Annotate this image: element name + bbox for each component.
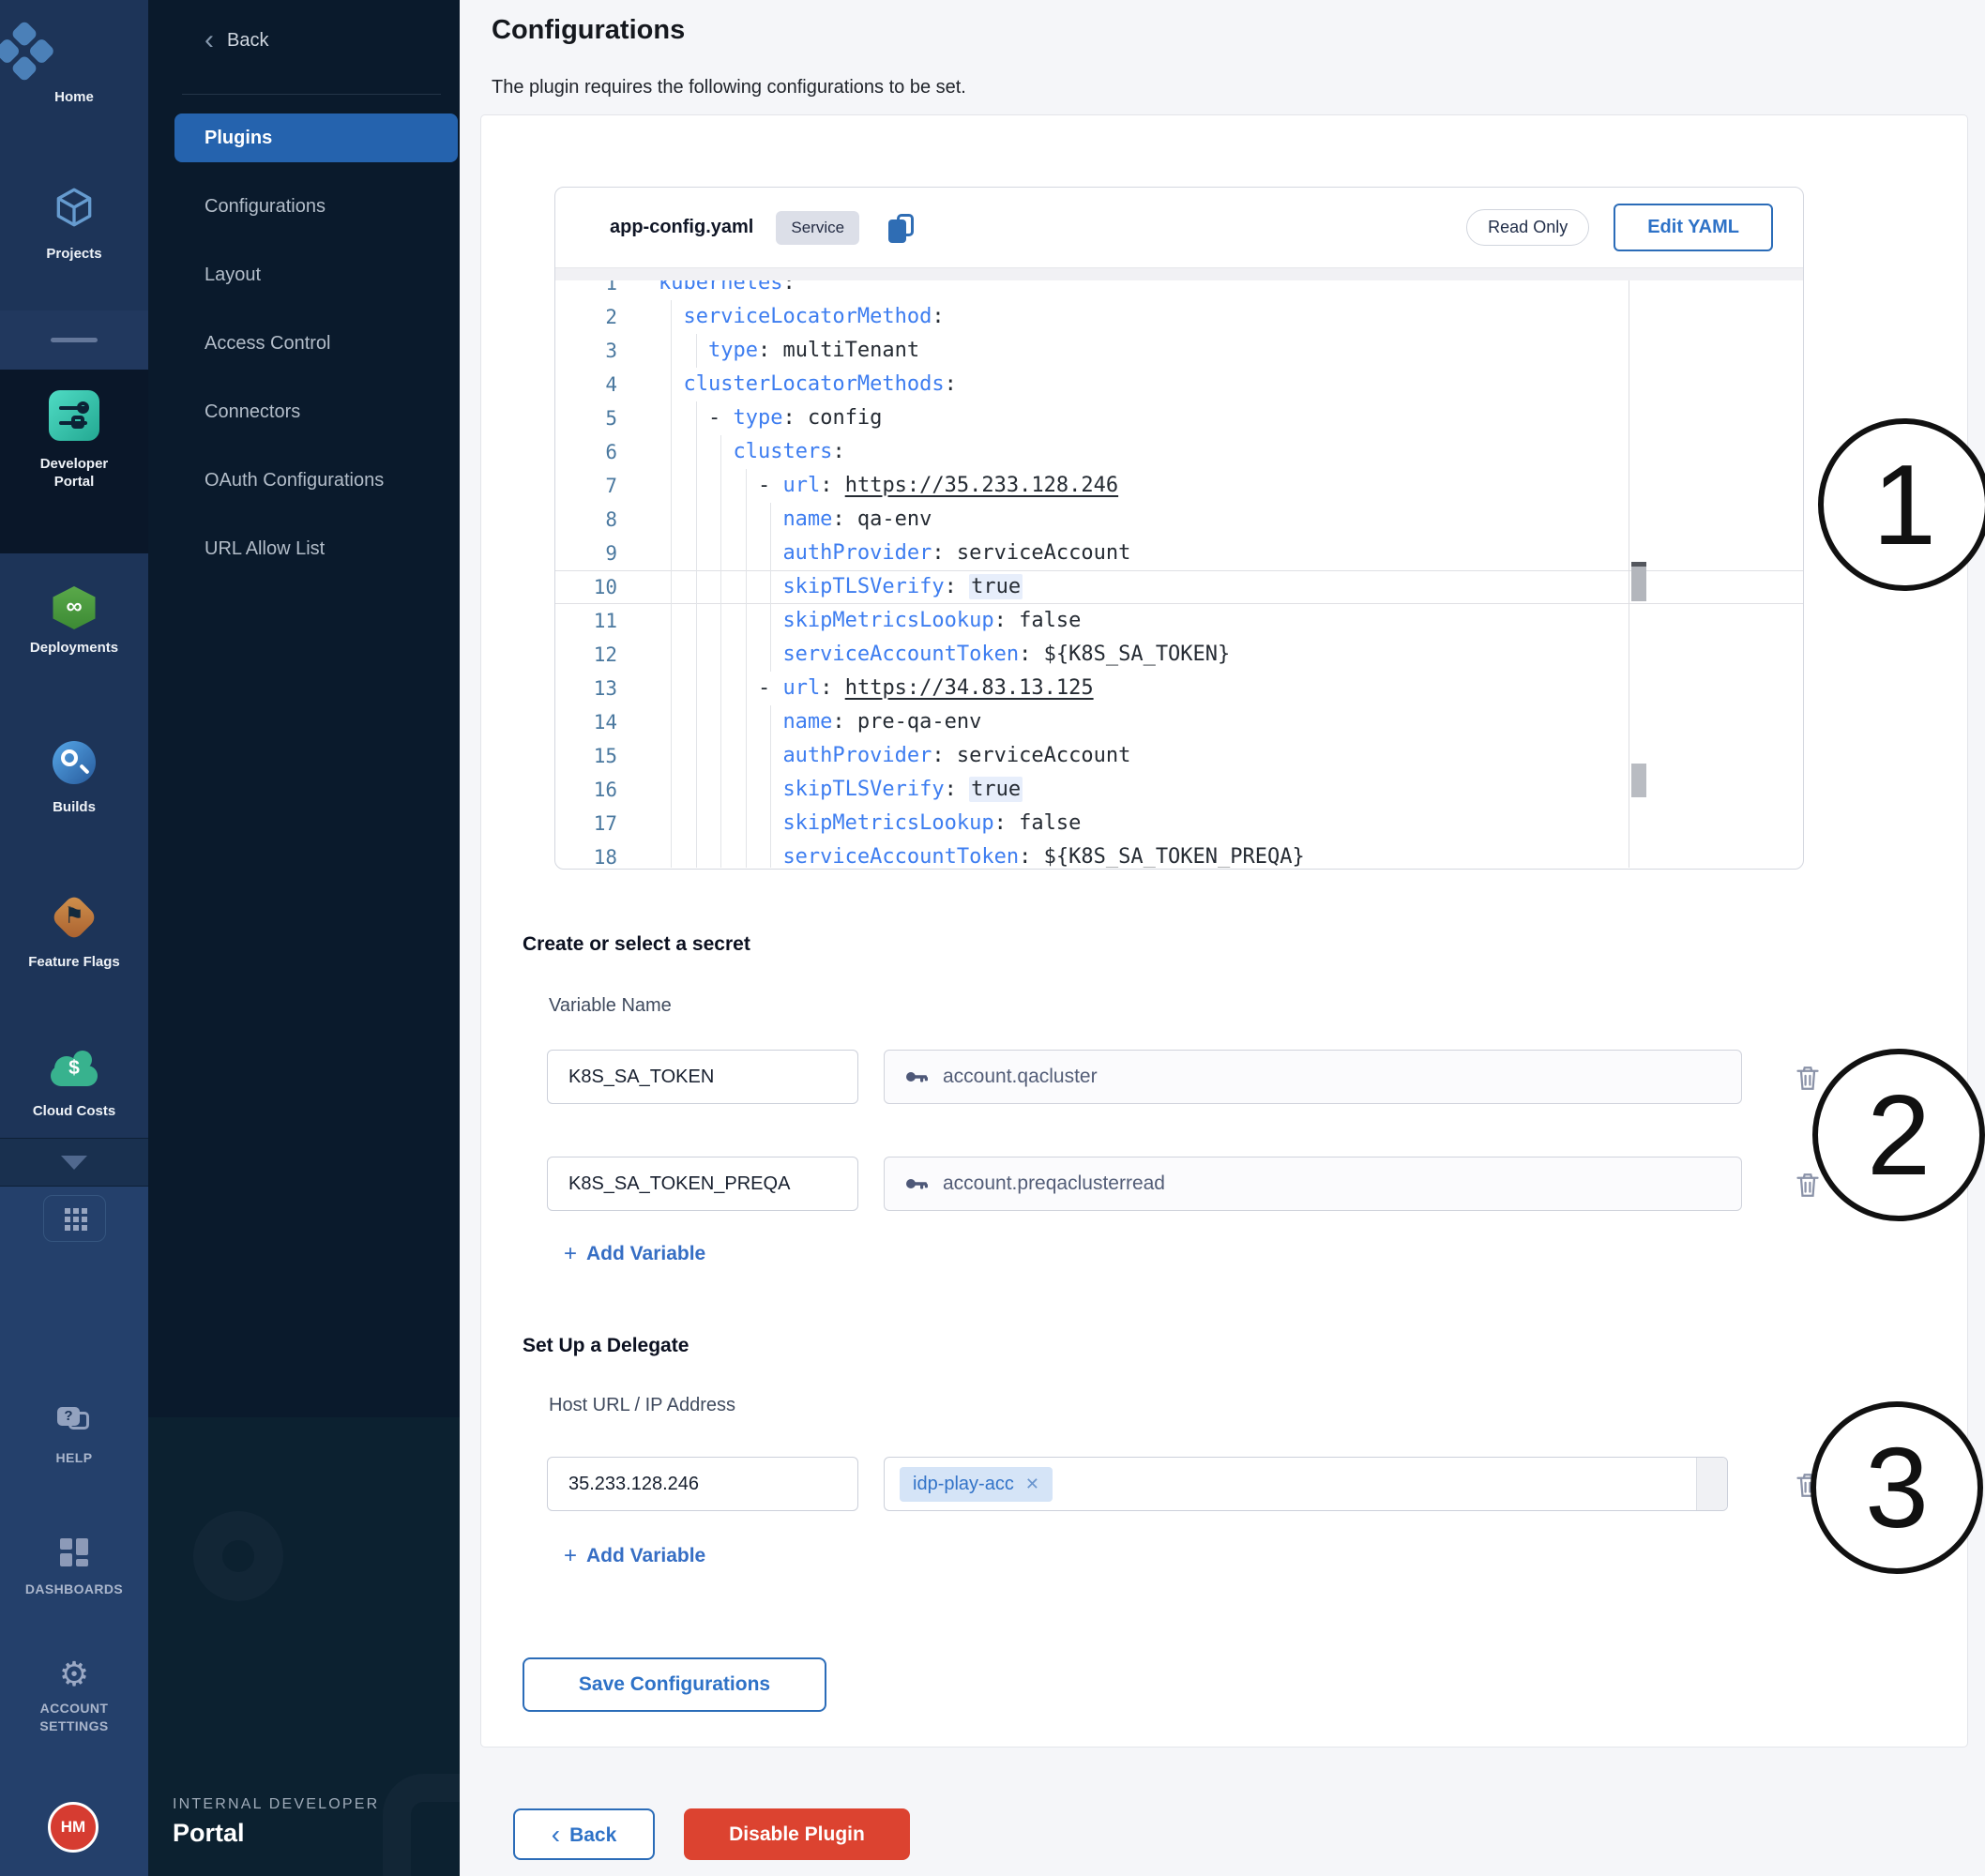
sidebar-item-label: HELP	[0, 1449, 148, 1467]
sidebar-item-label: DASHBOARDS	[0, 1581, 148, 1598]
secret-section-heading: Create or select a secret	[523, 933, 750, 956]
sidebar-item-account-settings[interactable]: ⚙ ACCOUNT SETTINGS	[0, 1658, 148, 1735]
yaml-filename: app-config.yaml	[610, 217, 753, 238]
service-badge: Service	[776, 211, 859, 245]
drag-handle-icon	[51, 338, 98, 342]
help-chat-icon: ?	[57, 1407, 91, 1435]
cloud-costs-icon: $	[49, 1049, 99, 1088]
main-content: Configurations The plugin requires the f…	[460, 0, 1985, 1876]
dashboards-icon	[60, 1538, 88, 1566]
yaml-code-area[interactable]: 1kubernetes:2serviceLocatorMethod:3type:…	[555, 280, 1803, 868]
save-configurations-button[interactable]: Save Configurations	[523, 1657, 826, 1712]
tag-field-suffix	[1696, 1458, 1727, 1510]
back-link[interactable]: ‹Back	[205, 30, 268, 52]
configurations-card: app-config.yaml Service Read Only Edit Y…	[480, 114, 1968, 1747]
sidebar-item-builds[interactable]: Builds	[0, 741, 148, 816]
add-variable-button[interactable]: +Add Variable	[564, 1543, 705, 1569]
plus-icon: +	[564, 1241, 577, 1266]
sidebar-item-feature-flags[interactable]: ⚑ Feature Flags	[0, 896, 148, 971]
module-grid-button[interactable]	[43, 1195, 106, 1242]
edit-yaml-button[interactable]: Edit YAML	[1614, 204, 1773, 251]
divider	[182, 94, 441, 95]
deployments-icon: ∞	[51, 586, 98, 629]
sidebar-item-label: Projects	[0, 245, 148, 263]
sidebar-item-label: Feature Flags	[0, 953, 148, 971]
secret-value: account.qacluster	[943, 1066, 1098, 1088]
chevron-left-icon: ‹	[205, 24, 214, 55]
disable-plugin-button[interactable]: Disable Plugin	[684, 1808, 910, 1860]
decorative-ring	[193, 1511, 283, 1601]
scrollbar-thumb[interactable]	[1631, 764, 1646, 797]
sidebar-item-developer-portal[interactable]: Developer Portal	[0, 390, 148, 491]
nav-footer-panel: INTERNAL DEVELOPER Portal	[148, 1417, 460, 1876]
sidebar-item-label: Developer Portal	[23, 455, 126, 491]
delegate-tag-chip: idp-play-acc✕	[900, 1467, 1053, 1502]
decorative-rounded-rect	[383, 1774, 460, 1876]
sidebar-item-label: Deployments	[0, 639, 148, 657]
sidebar-item-label: Cloud Costs	[0, 1102, 148, 1120]
sidebar-item-label: ACCOUNT SETTINGS	[23, 1700, 126, 1735]
variable-name-input[interactable]	[547, 1157, 858, 1211]
read-only-badge: Read Only	[1466, 209, 1589, 246]
key-icon	[903, 1064, 930, 1090]
sidebar-item-help[interactable]: ? HELP	[0, 1407, 148, 1467]
feature-flags-icon: ⚑	[53, 896, 96, 939]
page-subtitle: The plugin requires the following config…	[492, 77, 966, 98]
scrollbar-thumb[interactable]	[1631, 562, 1646, 601]
yaml-editor-header: app-config.yaml Service Read Only Edit Y…	[555, 188, 1803, 267]
builds-icon	[53, 741, 96, 784]
sidebar-bottom-band	[0, 1187, 148, 1876]
key-icon	[903, 1171, 930, 1197]
annotation-circle-3: 3	[1811, 1401, 1983, 1574]
remove-tag-icon[interactable]: ✕	[1025, 1475, 1039, 1493]
sidebar-item-projects[interactable]: Projects	[0, 184, 148, 263]
annotation-circle-1: 1	[1818, 418, 1985, 591]
cube-icon	[51, 184, 98, 231]
nav-item-configurations[interactable]: Configurations	[205, 188, 439, 225]
chevron-down-icon[interactable]	[61, 1156, 87, 1170]
sidebar-item-home[interactable]: Home	[0, 24, 148, 106]
gear-icon: ⚙	[59, 1656, 89, 1694]
module-sidebar: Home Projects Developer Portal ∞ Deploym…	[0, 0, 148, 1876]
secret-value: account.preqaclusterread	[943, 1172, 1165, 1195]
portal-title: Portal	[173, 1819, 245, 1848]
screen: Home Projects Developer Portal ∞ Deploym…	[0, 0, 1985, 1876]
apps-grid-icon	[65, 1208, 87, 1231]
horizontal-scrollbar-track[interactable]	[555, 267, 1803, 280]
footer-back-button[interactable]: ‹Back	[513, 1808, 655, 1860]
plugin-nav-sidebar: ‹Back Plugins Configurations Layout Acce…	[148, 0, 460, 1876]
variable-name-input[interactable]	[547, 1050, 858, 1104]
harness-home-icon	[0, 20, 59, 89]
yaml-editor-card: app-config.yaml Service Read Only Edit Y…	[554, 187, 1804, 870]
sidebar-item-cloud-costs[interactable]: $ Cloud Costs	[0, 1049, 148, 1120]
secret-selector[interactable]: account.qacluster	[884, 1050, 1742, 1104]
annotation-circle-2: 2	[1812, 1049, 1985, 1221]
developer-portal-icon	[49, 390, 99, 441]
add-variable-button[interactable]: +Add Variable	[564, 1241, 705, 1267]
plus-icon: +	[564, 1543, 577, 1568]
secret-selector[interactable]: account.preqaclusterread	[884, 1157, 1742, 1211]
chevron-left-icon: ‹	[552, 1820, 560, 1849]
portal-eyebrow: INTERNAL DEVELOPER	[173, 1796, 379, 1813]
nav-item-layout[interactable]: Layout	[205, 256, 439, 294]
user-avatar[interactable]: HM	[48, 1802, 98, 1853]
delegate-section-heading: Set Up a Delegate	[523, 1335, 689, 1357]
nav-item-access-control[interactable]: Access Control	[205, 325, 439, 362]
sidebar-item-deployments[interactable]: ∞ Deployments	[0, 586, 148, 657]
nav-item-connectors[interactable]: Connectors	[205, 393, 439, 431]
sidebar-collapse-band[interactable]	[0, 310, 148, 370]
copy-icon[interactable]	[886, 211, 919, 245]
sidebar-item-label: Home	[0, 88, 148, 106]
host-url-input[interactable]	[547, 1457, 858, 1511]
nav-item-oauth-configurations[interactable]: OAuth Configurations	[205, 461, 439, 499]
nav-item-url-allow-list[interactable]: URL Allow List	[205, 530, 439, 567]
code-lines: 1kubernetes:2serviceLocatorMethod:3type:…	[555, 280, 1803, 868]
page-title: Configurations	[492, 15, 685, 46]
sidebar-item-dashboards[interactable]: DASHBOARDS	[0, 1538, 148, 1598]
delegate-tag-field[interactable]: idp-play-acc✕	[884, 1457, 1728, 1511]
sidebar-item-label: Builds	[0, 798, 148, 816]
nav-item-plugins[interactable]: Plugins	[174, 113, 458, 162]
variable-name-label: Variable Name	[549, 995, 672, 1017]
host-url-label: Host URL / IP Address	[549, 1395, 735, 1416]
